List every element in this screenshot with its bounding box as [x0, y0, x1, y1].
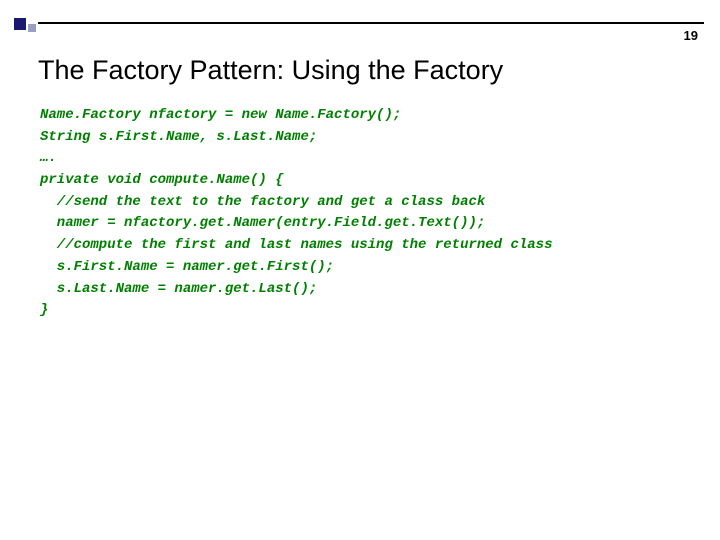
code-line: private void compute.Name() { — [40, 172, 284, 188]
corner-decoration — [0, 0, 60, 40]
code-line: s.Last.Name = namer.get.Last(); — [40, 281, 317, 297]
deco-square-light — [28, 24, 36, 32]
code-line: //send the text to the factory and get a… — [40, 194, 485, 210]
code-line: namer = nfactory.get.Namer(entry.Field.g… — [40, 215, 485, 231]
code-line: s.First.Name = namer.get.First(); — [40, 259, 334, 275]
code-line: String s.First.Name, s.Last.Name; — [40, 129, 317, 145]
code-line: } — [40, 302, 48, 318]
deco-square-dark — [14, 18, 26, 30]
code-block: Name.Factory nfactory = new Name.Factory… — [40, 105, 680, 322]
top-rule — [38, 22, 704, 24]
code-line: …. — [40, 150, 57, 166]
slide-number: 19 — [684, 28, 698, 43]
code-line: //compute the first and last names using… — [40, 237, 552, 253]
code-line: Name.Factory nfactory = new Name.Factory… — [40, 107, 401, 123]
slide-title: The Factory Pattern: Using the Factory — [38, 55, 503, 86]
